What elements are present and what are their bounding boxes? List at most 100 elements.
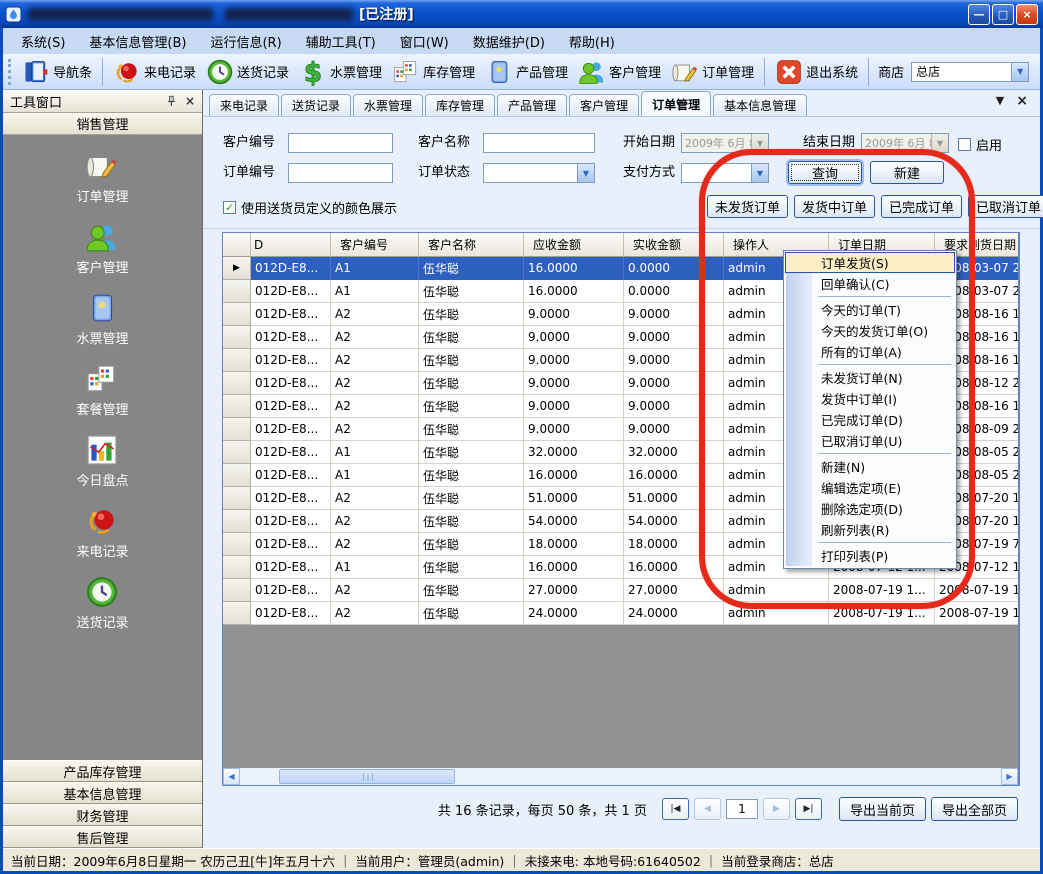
sidebar-group[interactable]: 售后管理 bbox=[3, 826, 202, 848]
checkbox-check-icon[interactable]: ✓ bbox=[223, 201, 236, 214]
sidebar-group[interactable]: 财务管理 bbox=[3, 804, 202, 826]
next-page-button[interactable]: ▶ bbox=[763, 798, 790, 820]
row-selector-cell[interactable]: ▶ bbox=[223, 303, 251, 326]
row-selector-cell[interactable]: ▶ bbox=[223, 280, 251, 303]
pay-method-select[interactable]: ▼ bbox=[681, 163, 769, 183]
water-ticket-button[interactable]: $ 水票管理 bbox=[294, 56, 387, 88]
checkbox-box[interactable] bbox=[958, 138, 971, 151]
order-status-filter-button[interactable]: 发货中订单 bbox=[794, 195, 875, 218]
tab[interactable]: 客户管理 bbox=[569, 94, 639, 116]
tab-list-icon[interactable]: ▼ bbox=[996, 94, 1004, 107]
enable-checkbox[interactable]: 启用 bbox=[958, 135, 1002, 154]
sidebar-item-daily-check[interactable]: 今日盘点 bbox=[76, 433, 128, 489]
tab-close-icon[interactable]: × bbox=[1016, 93, 1028, 109]
table-row[interactable]: ▶ 012D-E8... A2 伍华聪 24.0000 24.0000 admi… bbox=[223, 602, 1018, 625]
customer-button[interactable]: 客户管理 bbox=[573, 56, 666, 88]
row-selector-cell[interactable]: ▶ bbox=[223, 510, 251, 533]
context-menu-item[interactable]: 已完成订单(D) bbox=[786, 409, 954, 430]
export-current-page-button[interactable]: 导出当前页 bbox=[839, 797, 926, 821]
row-selector-cell[interactable]: ▶ bbox=[223, 326, 251, 349]
menu-item[interactable]: 数据维护(D) bbox=[461, 28, 557, 55]
last-page-button[interactable]: ▶| bbox=[795, 798, 822, 820]
scroll-right-icon[interactable]: ▶ bbox=[1001, 768, 1018, 785]
maximize-button[interactable]: □ bbox=[992, 4, 1014, 25]
context-menu-item[interactable]: 今天的订单(T) bbox=[786, 299, 954, 320]
row-selector-cell[interactable]: ▶ bbox=[223, 533, 251, 556]
order-no-input[interactable] bbox=[288, 163, 393, 183]
context-menu-item[interactable]: 已取消订单(U) bbox=[786, 430, 954, 451]
menu-item[interactable]: 辅助工具(T) bbox=[294, 28, 388, 55]
scroll-left-icon[interactable]: ◀ bbox=[223, 768, 240, 785]
sidebar-item-orders[interactable]: 订单管理 bbox=[76, 149, 128, 205]
navigator-button[interactable]: 导航条 bbox=[17, 56, 97, 88]
row-selector-cell[interactable]: ▶ bbox=[223, 441, 251, 464]
row-selector-cell[interactable]: ▶ bbox=[223, 372, 251, 395]
context-menu-item[interactable]: 刷新列表(R) bbox=[786, 519, 954, 540]
sidebar-item-water-tickets[interactable]: 水票管理 bbox=[76, 291, 128, 347]
new-button[interactable]: 新建 bbox=[870, 161, 944, 184]
tab[interactable]: 送货记录 bbox=[281, 94, 351, 116]
exit-button[interactable]: 退出系统 bbox=[770, 56, 863, 88]
row-selector-cell[interactable]: ▶ bbox=[223, 349, 251, 372]
horizontal-scrollbar[interactable]: ◀ ▶ bbox=[223, 768, 1018, 785]
column-header-receivable[interactable]: 应收金额 bbox=[524, 233, 624, 257]
search-button[interactable]: 查询 bbox=[788, 161, 862, 184]
menu-item[interactable]: 窗口(W) bbox=[388, 28, 461, 55]
close-icon[interactable]: × bbox=[185, 94, 195, 108]
context-menu-item[interactable]: 编辑选定项(E) bbox=[786, 477, 954, 498]
context-menu-item[interactable]: 新建(N) bbox=[786, 456, 954, 477]
delivery-color-checkbox[interactable]: ✓ 使用送货员定义的颜色展示 bbox=[223, 198, 397, 217]
sidebar-item-incoming-calls[interactable]: 来电记录 bbox=[76, 504, 128, 560]
incoming-call-button[interactable]: 来电记录 bbox=[108, 56, 201, 88]
order-status-filter-button[interactable]: 未发货订单 bbox=[707, 195, 788, 218]
row-selector-cell[interactable]: ▶ bbox=[223, 487, 251, 510]
product-button[interactable]: 产品管理 bbox=[480, 56, 573, 88]
context-menu-item[interactable]: 所有的订单(A) bbox=[786, 341, 954, 362]
context-menu-item[interactable]: 订单发货(S) bbox=[785, 252, 955, 273]
menu-item[interactable]: 系统(S) bbox=[9, 28, 77, 55]
dropdown-arrow-icon[interactable]: ▼ bbox=[931, 134, 948, 152]
column-header-received[interactable]: 实收金额 bbox=[624, 233, 724, 257]
inventory-button[interactable]: 库存管理 bbox=[387, 56, 480, 88]
context-menu-item[interactable]: 回单确认(C) bbox=[786, 273, 954, 294]
menu-item[interactable]: 基本信息管理(B) bbox=[77, 28, 198, 55]
column-header-id[interactable]: D bbox=[251, 233, 331, 257]
sidebar-item-packages[interactable]: 套餐管理 bbox=[76, 362, 128, 418]
column-header-customer-no[interactable]: 客户编号 bbox=[331, 233, 419, 257]
row-selector-cell[interactable]: ▶ bbox=[223, 556, 251, 579]
sidebar-group[interactable]: 基本信息管理 bbox=[3, 782, 202, 804]
prev-page-button[interactable]: ◀ bbox=[694, 798, 721, 820]
customer-name-input[interactable] bbox=[483, 133, 595, 153]
dropdown-arrow-icon[interactable]: ▼ bbox=[1011, 63, 1028, 81]
context-menu-item[interactable]: 今天的发货订单(O) bbox=[786, 320, 954, 341]
row-selector-cell[interactable]: ▶ bbox=[223, 257, 251, 280]
page-number-input[interactable] bbox=[726, 799, 758, 819]
close-button[interactable]: × bbox=[1016, 4, 1038, 25]
order-button[interactable]: 订单管理 bbox=[666, 56, 759, 88]
export-all-pages-button[interactable]: 导出全部页 bbox=[931, 797, 1018, 821]
sidebar-item-deliveries[interactable]: 送货记录 bbox=[76, 575, 128, 631]
start-date-picker[interactable]: 2009年 6月 8日 ▼ bbox=[681, 133, 769, 153]
tab[interactable]: 水票管理 bbox=[353, 94, 423, 116]
context-menu-item[interactable]: 删除选定项(D) bbox=[786, 498, 954, 519]
sidebar-item-customers[interactable]: 客户管理 bbox=[76, 220, 128, 276]
tab[interactable]: 来电记录 bbox=[209, 94, 279, 116]
context-menu-item[interactable]: 发货中订单(I) bbox=[786, 388, 954, 409]
column-header-customer-name[interactable]: 客户名称 bbox=[419, 233, 524, 257]
pin-icon[interactable] bbox=[165, 95, 177, 108]
scrollbar-thumb[interactable] bbox=[279, 769, 455, 784]
customer-no-input[interactable] bbox=[288, 133, 393, 153]
tab[interactable]: 基本信息管理 bbox=[713, 94, 807, 116]
context-menu-item[interactable]: 打印列表(P) bbox=[786, 545, 954, 566]
sidebar-group-sales[interactable]: 销售管理 bbox=[3, 113, 202, 135]
row-selector-cell[interactable]: ▶ bbox=[223, 418, 251, 441]
minimize-button[interactable]: — bbox=[968, 4, 990, 25]
row-selector-cell[interactable]: ▶ bbox=[223, 579, 251, 602]
tab[interactable]: 库存管理 bbox=[425, 94, 495, 116]
table-row[interactable]: ▶ 012D-E8... A2 伍华聪 27.0000 27.0000 admi… bbox=[223, 579, 1018, 602]
toolbar-grip[interactable] bbox=[8, 59, 12, 85]
order-status-filter-button[interactable]: 已完成订单 bbox=[881, 195, 962, 218]
tab[interactable]: 订单管理 bbox=[641, 91, 711, 116]
row-selector-cell[interactable]: ▶ bbox=[223, 464, 251, 487]
delivery-record-button[interactable]: 送货记录 bbox=[201, 56, 294, 88]
